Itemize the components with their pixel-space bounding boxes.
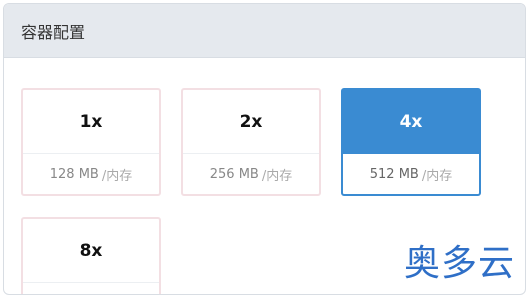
option-memory-unit: /内存 <box>101 169 133 184</box>
option-card-1x[interactable]: 1x 128 MB /内存 <box>21 88 161 196</box>
option-memory-row: 128 MB /内存 <box>23 154 159 195</box>
watermark-logo: 奥多云 <box>403 234 515 286</box>
option-memory: 128 MB <box>49 167 99 182</box>
option-card-4x[interactable]: 4x 512 MB /内存 <box>341 88 481 196</box>
panel-title: 容器配置 <box>21 22 86 42</box>
option-card-8x[interactable]: 8x <box>21 217 161 294</box>
option-memory: 512 MB <box>369 167 419 182</box>
option-memory-unit: /内存 <box>261 169 293 184</box>
container-config-panel: 容器配置 1x 128 MB /内存 2x 256 MB /内存 4x 512 … <box>3 3 526 295</box>
option-multiplier: 1x <box>23 90 159 154</box>
option-memory-unit: /内存 <box>421 169 453 184</box>
option-multiplier: 2x <box>183 90 319 154</box>
panel-header: 容器配置 <box>4 4 525 58</box>
option-multiplier: 4x <box>343 90 479 154</box>
option-card-2x[interactable]: 2x 256 MB /内存 <box>181 88 321 196</box>
option-memory-row: 512 MB /内存 <box>343 154 479 195</box>
option-memory: 256 MB <box>209 167 259 182</box>
option-memory-row: 256 MB /内存 <box>183 154 319 195</box>
option-multiplier: 8x <box>23 219 159 283</box>
